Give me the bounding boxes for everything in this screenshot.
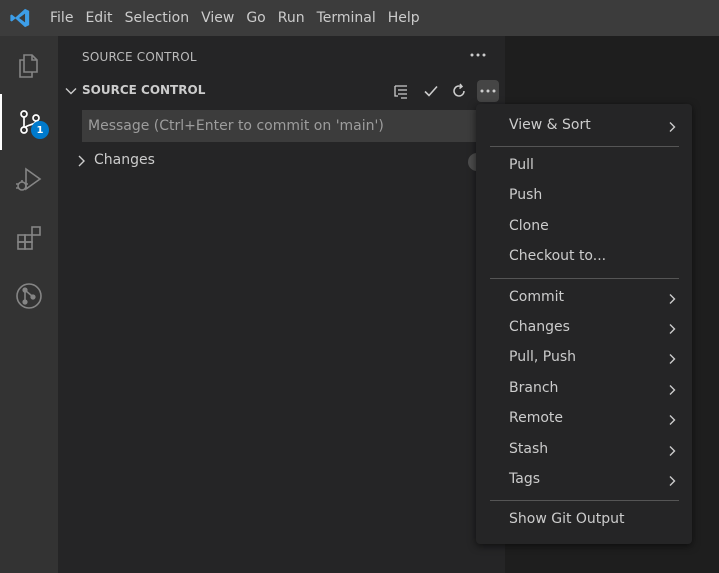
- title-bar: File Edit Selection View Go Run Terminal…: [0, 0, 719, 36]
- chevron-right-icon: [669, 476, 676, 486]
- activity-explorer[interactable]: [0, 38, 58, 94]
- menu-item-label: Show Git Output: [509, 511, 625, 527]
- menu-item-show-git-output[interactable]: Show Git Output: [476, 508, 692, 534]
- menu-item-label: Remote: [509, 410, 564, 426]
- chevron-right-icon: [669, 324, 676, 334]
- menu-item-view-sort[interactable]: View & Sort: [476, 114, 692, 140]
- source-control-section-header[interactable]: SOURCE CONTROL: [58, 78, 505, 104]
- sidebar-title: SOURCE CONTROL: [82, 50, 197, 64]
- menu-item-label: Push: [509, 187, 543, 203]
- menu-item-changes[interactable]: Changes: [476, 316, 692, 342]
- menu-item-label: View & Sort: [509, 117, 591, 133]
- source-control-badge: 1: [31, 121, 49, 139]
- refresh-button[interactable]: [448, 80, 470, 102]
- menu-help[interactable]: Help: [382, 0, 426, 36]
- menu-item-label: Stash: [509, 441, 549, 457]
- view-as-tree-button[interactable]: [390, 80, 412, 102]
- menu-run[interactable]: Run: [272, 0, 311, 36]
- menu-item-pull-push[interactable]: Pull, Push: [476, 346, 692, 372]
- activity-extensions[interactable]: [0, 210, 58, 266]
- run-debug-icon: [16, 167, 42, 191]
- more-actions-button[interactable]: [477, 80, 499, 102]
- activity-source-control[interactable]: 1: [0, 94, 58, 150]
- more-actions-icon: [480, 89, 496, 93]
- menu-item-stash[interactable]: Stash: [476, 438, 692, 464]
- chevron-right-icon: [669, 354, 676, 364]
- changes-label: Changes: [94, 152, 155, 168]
- menu-item-commit[interactable]: Commit: [476, 286, 692, 312]
- menu-item-label: Branch: [509, 380, 559, 396]
- menu-item-label: Checkout to...: [509, 248, 607, 264]
- chevron-right-icon: [78, 155, 85, 167]
- chevron-right-icon: [669, 446, 676, 456]
- menu-item-clone[interactable]: Clone: [476, 215, 692, 241]
- section-title: SOURCE CONTROL: [82, 83, 206, 97]
- more-actions-context-menu: View & Sort Pull Push Clone Checkout to.…: [476, 104, 692, 544]
- menu-item-label: Pull, Push: [509, 349, 576, 365]
- menu-separator: [490, 146, 679, 147]
- more-icon: [470, 53, 486, 57]
- commit-message-input[interactable]: [82, 110, 476, 142]
- vscode-logo-icon[interactable]: [0, 0, 40, 36]
- chevron-right-icon: [669, 122, 676, 132]
- menu-item-push[interactable]: Push: [476, 184, 692, 210]
- menu-go[interactable]: Go: [240, 0, 271, 36]
- menu-separator: [490, 500, 679, 501]
- menu-item-label: Commit: [509, 289, 564, 305]
- extensions-icon: [17, 226, 41, 250]
- menu-item-pull[interactable]: Pull: [476, 154, 692, 180]
- menu-item-branch[interactable]: Branch: [476, 377, 692, 403]
- chevron-down-icon: [65, 88, 77, 95]
- git-remote-icon: [16, 283, 42, 309]
- commit-button[interactable]: [420, 80, 442, 102]
- commit-check-icon: [424, 85, 438, 97]
- files-icon: [19, 54, 38, 78]
- chevron-right-icon: [669, 415, 676, 425]
- menu-item-label: Changes: [509, 319, 570, 335]
- refresh-icon: [453, 83, 465, 97]
- menu-item-label: Pull: [509, 157, 534, 173]
- menu-item-label: Tags: [509, 471, 540, 487]
- menu-terminal[interactable]: Terminal: [311, 0, 382, 36]
- menu-edit[interactable]: Edit: [79, 0, 118, 36]
- chevron-right-icon: [669, 385, 676, 395]
- changes-group[interactable]: Changes: [58, 148, 505, 174]
- menu-item-remote[interactable]: Remote: [476, 407, 692, 433]
- menu-file[interactable]: File: [44, 0, 79, 36]
- menu-item-tags[interactable]: Tags: [476, 468, 692, 494]
- source-control-sidebar: SOURCE CONTROL SOURCE CONTROL Message (C…: [58, 36, 505, 573]
- menu-selection[interactable]: Selection: [119, 0, 196, 36]
- chevron-right-icon: [669, 294, 676, 304]
- activity-bar: 1: [0, 36, 58, 573]
- sidebar-more-button[interactable]: [468, 44, 488, 66]
- view-as-tree-icon: [394, 85, 407, 99]
- menu-item-label: Clone: [509, 218, 549, 234]
- menu-view[interactable]: View: [195, 0, 240, 36]
- menu-item-checkout[interactable]: Checkout to...: [476, 245, 692, 271]
- activity-run-debug[interactable]: [0, 152, 58, 208]
- activity-remote[interactable]: [0, 268, 58, 324]
- menu-separator: [490, 278, 679, 279]
